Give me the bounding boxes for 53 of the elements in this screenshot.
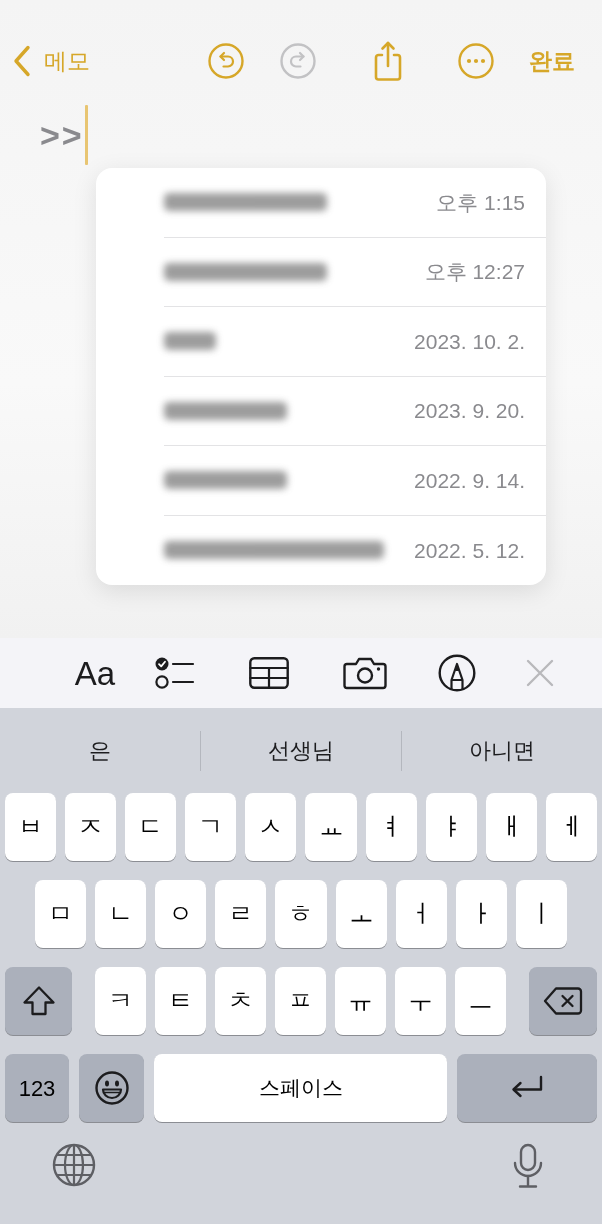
keyboard-key[interactable]: ㅎ — [275, 880, 327, 948]
note-date: 오후 1:15 — [436, 189, 525, 216]
backspace-key[interactable] — [529, 967, 597, 1035]
note-date: 2022. 5. 12. — [414, 537, 525, 564]
keyboard-key[interactable]: ㅋ — [95, 967, 146, 1035]
pen-tip-icon[interactable] — [438, 654, 476, 692]
shift-key[interactable] — [5, 967, 72, 1035]
numbers-key[interactable]: 123 — [5, 1054, 69, 1122]
keyboard-key[interactable]: ㅁ — [35, 880, 87, 948]
keyboard-key[interactable]: ㄴ — [95, 880, 147, 948]
keyboard-key[interactable]: ㄱ — [185, 793, 237, 861]
smiley-icon — [94, 1071, 129, 1105]
camera-icon[interactable] — [343, 656, 387, 690]
keyboard-key[interactable]: ㅔ — [545, 793, 597, 861]
text-format-button[interactable]: Aa — [74, 656, 116, 690]
word-suggestion[interactable]: 아니면 — [402, 734, 602, 767]
keyboard-key[interactable]: ㅊ — [215, 967, 266, 1035]
note-text: >> — [40, 118, 84, 152]
shift-icon — [21, 985, 56, 1017]
note-date: 오후 12:27 — [424, 259, 525, 285]
keyboard-key[interactable]: ㅅ — [245, 793, 297, 861]
keyboard-key[interactable]: ㅕ — [365, 793, 417, 861]
microphone-icon[interactable] — [512, 1143, 544, 1189]
keyboard-key[interactable]: ㅂ — [5, 793, 57, 861]
note-date: 2022. 9. 14. — [414, 467, 525, 494]
chevron-left-icon — [13, 45, 31, 77]
note-date: 2023. 9. 20. — [414, 398, 525, 424]
keyboard-key[interactable]: ㅑ — [425, 793, 477, 861]
keyboard-key[interactable]: ㅐ — [485, 793, 537, 861]
keyboard-key[interactable]: ㅍ — [275, 967, 326, 1035]
checklist-icon[interactable] — [155, 657, 195, 689]
keyboard-key[interactable]: ㅠ — [335, 967, 386, 1035]
text-cursor — [84, 105, 88, 165]
keyboard-key[interactable]: ㅇ — [155, 880, 207, 948]
keyboard-key[interactable]: ㅏ — [455, 880, 507, 948]
keyboard-key[interactable]: ㅣ — [515, 880, 567, 948]
space-key[interactable]: 스페이스 — [154, 1054, 447, 1122]
word-suggestion[interactable]: 선생님 — [201, 734, 401, 767]
keyboard-key[interactable]: ㄹ — [215, 880, 267, 948]
keyboard-key[interactable]: ㄷ — [125, 793, 177, 861]
globe-icon[interactable] — [52, 1143, 96, 1187]
keyboard-key[interactable]: ㅛ — [305, 793, 357, 861]
table-icon[interactable] — [249, 657, 289, 689]
emoji-key[interactable] — [79, 1054, 144, 1122]
keyboard-key[interactable]: ㅜ — [395, 967, 446, 1035]
keyboard-key[interactable]: ㅓ — [395, 880, 447, 948]
note-date: 2023. 10. 2. — [414, 328, 525, 355]
backspace-icon — [543, 986, 583, 1016]
word-suggestion[interactable]: 은 — [0, 734, 200, 767]
keyboard-key[interactable]: ㅡ — [455, 967, 506, 1035]
keyboard-key[interactable]: ㅌ — [155, 967, 206, 1035]
keyboard-key[interactable]: ㅈ — [65, 793, 117, 861]
keyboard-key[interactable]: ㅗ — [335, 880, 387, 948]
